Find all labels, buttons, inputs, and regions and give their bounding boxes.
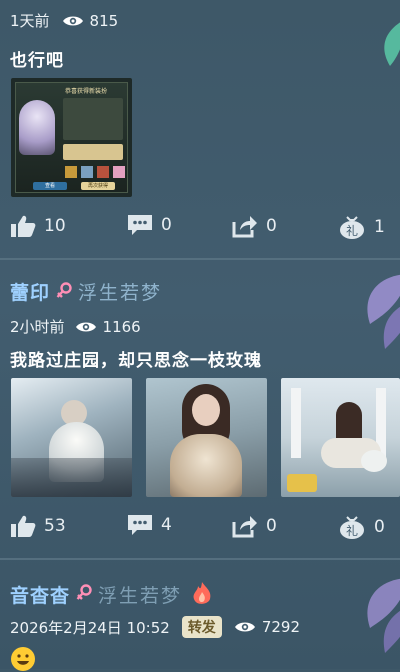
reward-heading: 恭喜获得新装扮: [65, 88, 108, 95]
post-time: 2小时前: [10, 318, 65, 336]
eye-icon: [75, 322, 96, 331]
post-title: 也行吧: [10, 51, 64, 71]
share-count: 0: [266, 216, 277, 236]
post-time: 1天前: [10, 12, 50, 30]
comment-count: 4: [161, 515, 172, 535]
smile-emoji-icon: [11, 647, 35, 671]
gift-count: 0: [374, 517, 385, 537]
like-button[interactable]: 10: [10, 214, 66, 238]
guild-name[interactable]: 浮生若梦: [78, 278, 162, 305]
svg-text:礼: 礼: [346, 523, 358, 538]
gift-bag-icon: 礼: [340, 216, 364, 239]
guild-name[interactable]: 浮生若梦: [98, 581, 182, 608]
like-count: 53: [44, 516, 66, 536]
comment-count: 0: [161, 215, 172, 235]
user-line: 音杳杳 浮生若梦: [10, 580, 216, 608]
post-meta: 2小时前 1166: [10, 316, 141, 337]
thumbs-up-icon: [11, 515, 36, 537]
gift-button[interactable]: 礼 1: [338, 214, 385, 240]
username[interactable]: 蕾印: [10, 278, 50, 305]
username[interactable]: 音杳杳: [10, 581, 70, 608]
like-button[interactable]: 53: [10, 514, 66, 538]
repost-badge: 转发: [181, 616, 222, 638]
share-icon: [232, 516, 257, 538]
comment-icon: [128, 515, 152, 535]
view-count: 7292: [261, 618, 300, 636]
post-meta: 1天前 815: [10, 10, 118, 31]
gift-bag-icon: 礼: [340, 516, 364, 539]
gift-count: 1: [374, 217, 385, 237]
eye-icon: [234, 622, 255, 632]
reward-view-button: 查看: [33, 182, 67, 190]
view-count: 815: [89, 11, 119, 30]
comment-button[interactable]: 0: [127, 214, 172, 236]
share-icon: [232, 216, 257, 238]
post-actions: 53 4 0 礼 0: [0, 514, 400, 540]
comment-button[interactable]: 4: [127, 514, 172, 536]
share-count: 0: [266, 516, 277, 536]
thumbs-up-icon: [11, 215, 36, 237]
post-title: 我路过庄园，却只思念一枝玫瑰: [10, 351, 262, 371]
post-meta: 2026年2月24日 10:52 转发 7292: [10, 616, 300, 638]
female-icon: [56, 281, 72, 298]
post-image-3[interactable]: [281, 378, 400, 497]
flame-badge-icon: [193, 582, 211, 604]
gift-button[interactable]: 礼 0: [338, 514, 385, 540]
user-line: 蕾印 浮生若梦: [10, 278, 162, 305]
post-1[interactable]: 1天前 815 也行吧 恭喜获得新装扮 查看 再次获得 10 0 0 礼 1: [0, 0, 400, 258]
reward-again-button: 再次获得: [81, 182, 115, 190]
post-image-2[interactable]: [146, 378, 267, 497]
butterfly-wing-decoration: [367, 578, 400, 653]
share-button[interactable]: 0: [232, 514, 277, 538]
female-icon: [76, 584, 92, 600]
post-actions: 10 0 0 礼 1: [0, 214, 400, 240]
post-3[interactable]: 音杳杳 浮生若梦 2026年2月24日 10:52 转发 7292: [0, 560, 400, 671]
butterfly-wing-decoration: [367, 274, 400, 349]
svg-text:礼: 礼: [346, 223, 358, 238]
eye-icon: [62, 16, 83, 25]
post-image[interactable]: 恭喜获得新装扮 查看 再次获得: [11, 78, 132, 197]
comment-icon: [128, 215, 152, 235]
post-2[interactable]: 蕾印 浮生若梦 2小时前 1166 我路过庄园，却只思念一枝玫瑰 53 4 0 …: [0, 260, 400, 558]
post-image-1[interactable]: [11, 378, 132, 497]
like-count: 10: [44, 216, 66, 236]
view-count: 1166: [102, 317, 141, 336]
share-button[interactable]: 0: [232, 214, 277, 238]
post-time: 2026年2月24日 10:52: [10, 618, 170, 637]
